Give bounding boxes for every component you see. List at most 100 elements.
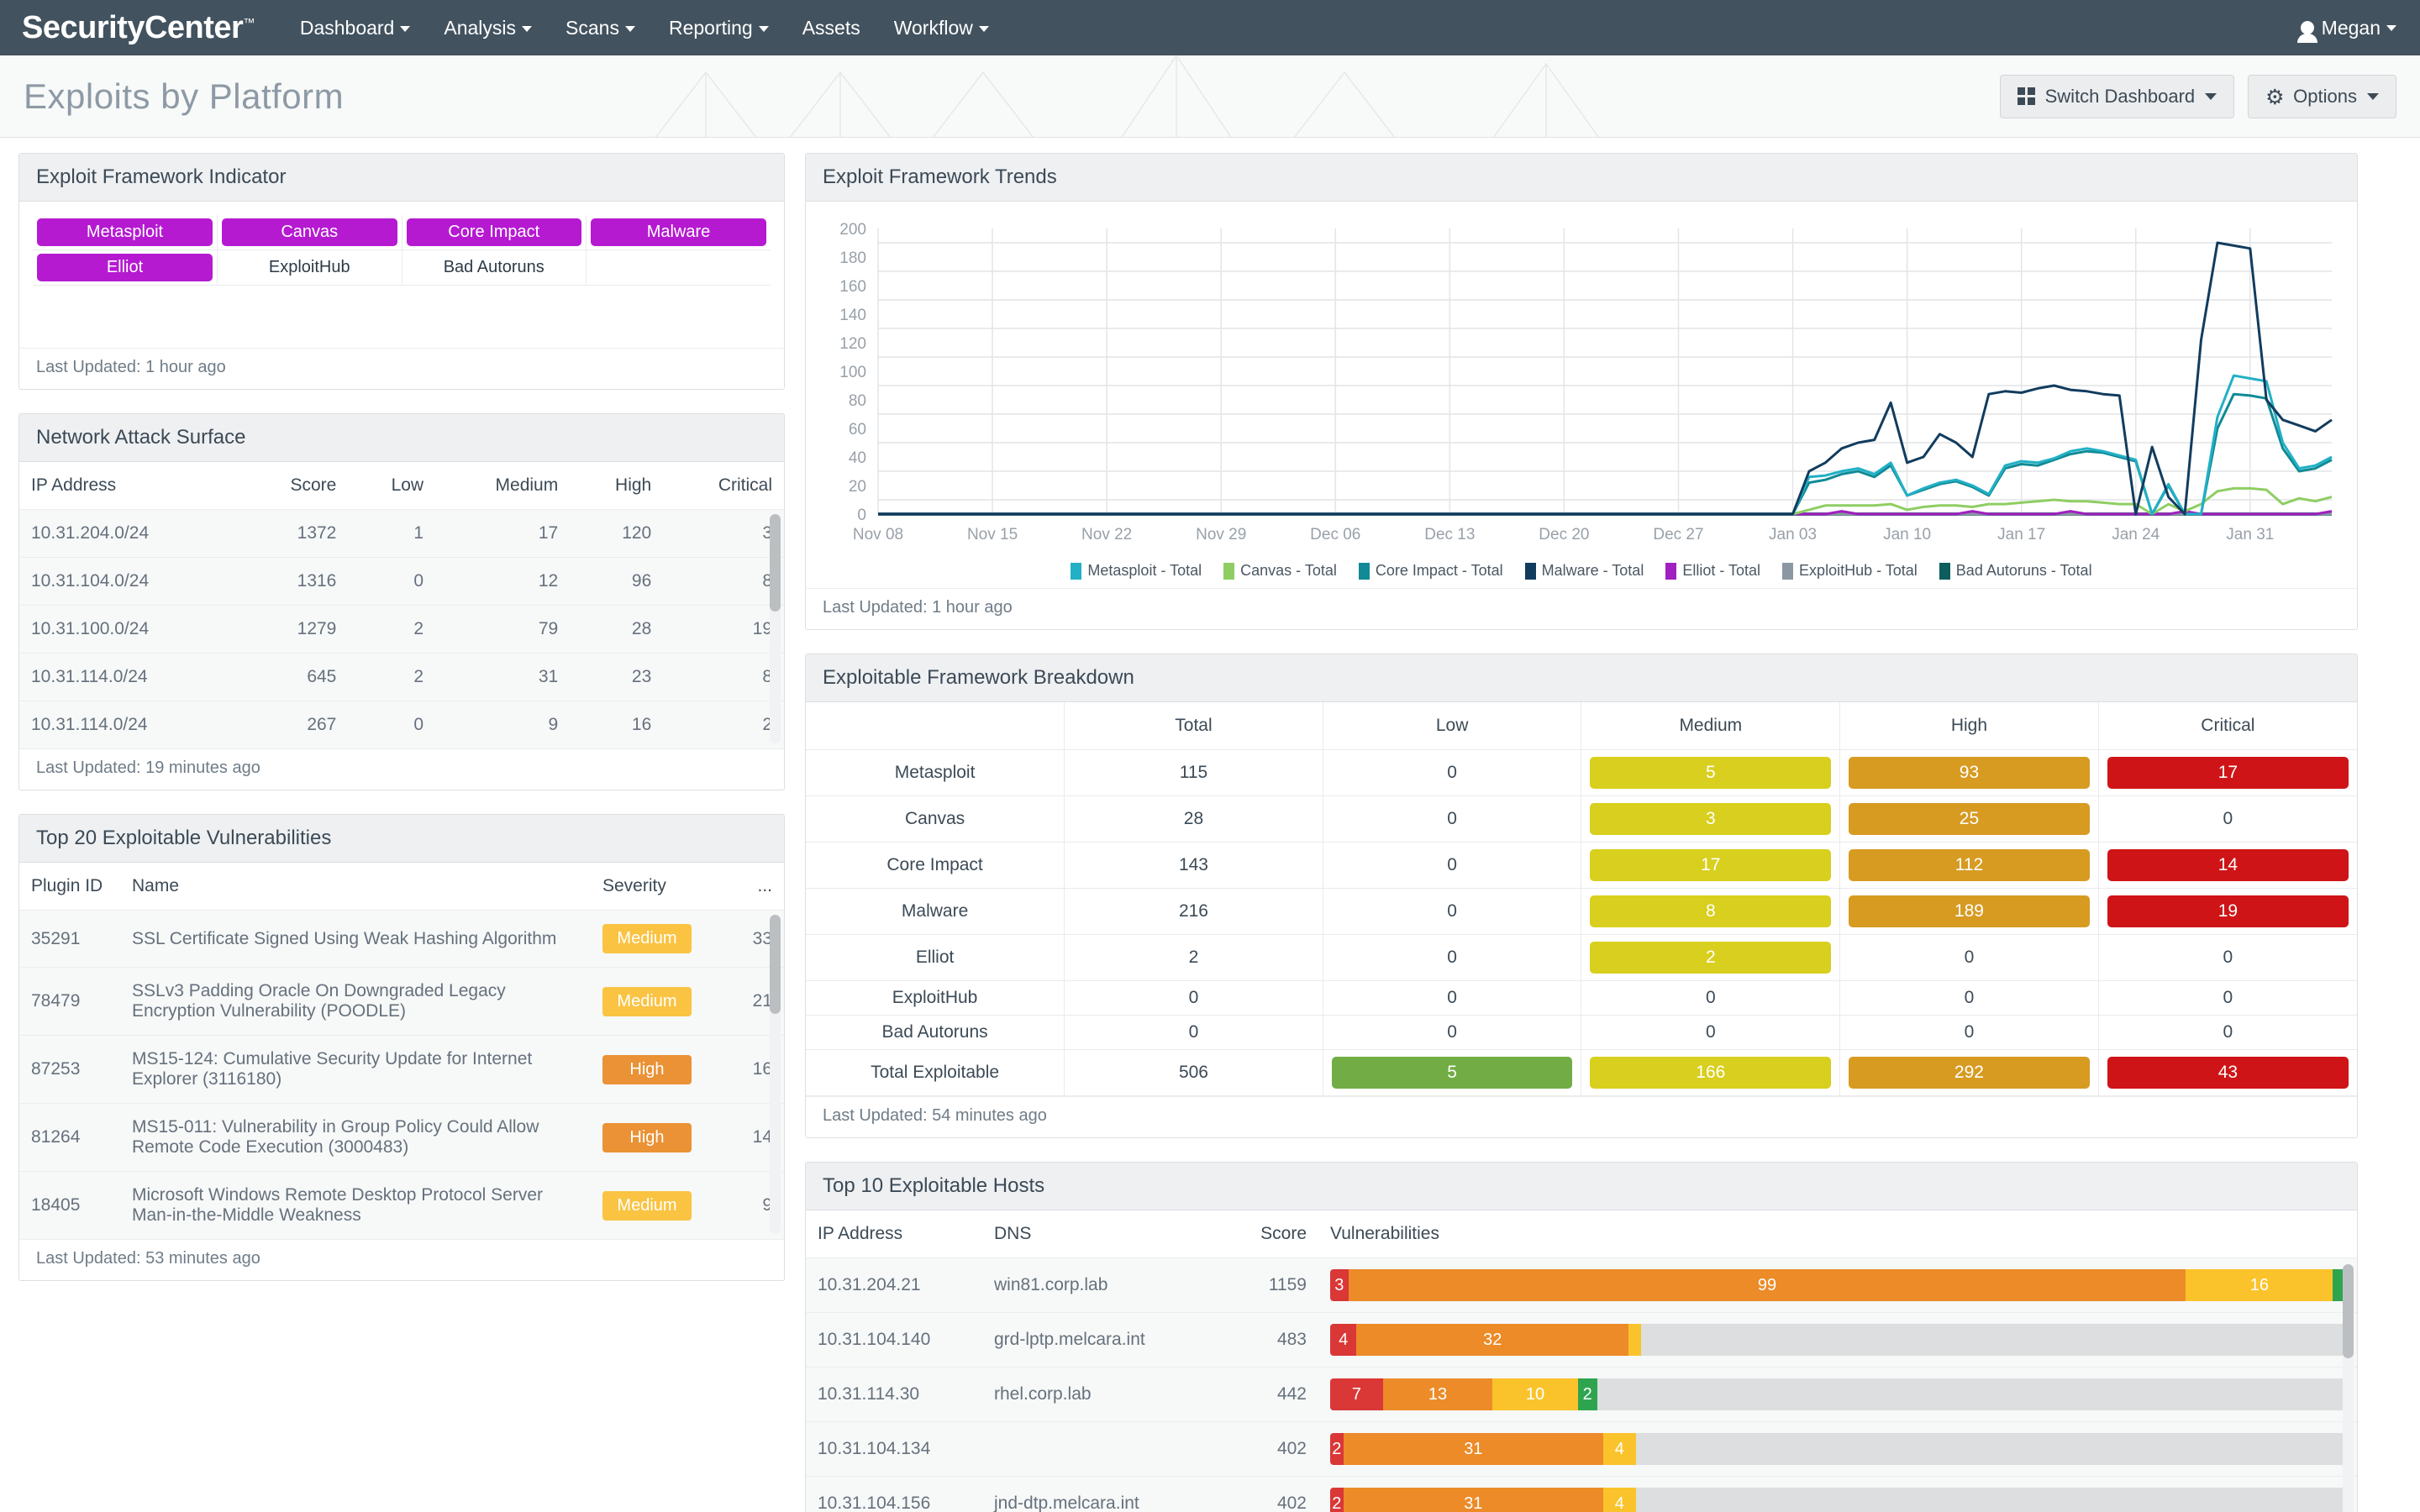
table-row[interactable]: 10.31.114.0/24 645 2 31 23 8: [19, 653, 784, 701]
column-header-low[interactable]: Low: [1322, 702, 1582, 750]
table-row[interactable]: 10.31.104.134 402 2 31 4: [806, 1421, 2357, 1477]
table-row[interactable]: 10.31.104.156 jnd-dtp.melcara.int 402 2 31 4: [806, 1476, 2357, 1512]
cell-name: MS15-011: Vulnerability in Group Policy …: [120, 1103, 591, 1172]
column-header-framework[interactable]: [806, 702, 1065, 750]
indicator-cell[interactable]: Bad Autoruns: [401, 249, 587, 286]
column-header-medium[interactable]: Medium: [435, 462, 570, 510]
vertical-scrollbar[interactable]: [770, 514, 781, 743]
table-row[interactable]: 10.31.204.21 win81.corp.lab 1159 3 99 16: [806, 1257, 2357, 1313]
column-header-more[interactable]: ...: [725, 863, 784, 911]
y-axis-tick-label: 40: [849, 449, 866, 467]
cell-medium: 0: [1581, 980, 1841, 1016]
legend-item[interactable]: Malware - Total: [1524, 562, 1644, 580]
legend-item[interactable]: Canvas - Total: [1223, 562, 1337, 580]
table-row[interactable]: 10.31.104.0/24 1316 0 12 96 8: [19, 557, 784, 606]
cell-critical: 3: [663, 509, 784, 558]
column-header-name[interactable]: Name: [120, 863, 591, 911]
column-header-critical[interactable]: Critical: [663, 462, 784, 510]
indicator-cell[interactable]: Elliot: [33, 249, 218, 286]
legend-item[interactable]: Bad Autoruns - Total: [1939, 562, 2092, 580]
table-row[interactable]: 10.31.114.0/24 267 0 9 16 2: [19, 701, 784, 748]
cell-plugin-id: 18405: [19, 1171, 120, 1239]
column-header-vulnerabilities[interactable]: Vulnerabilities: [1318, 1210, 2357, 1258]
main-nav: Dashboard Analysis Scans Reporting Assets Wor…: [283, 17, 1006, 39]
table-row[interactable]: 10.31.204.0/24 1372 1 17 120 3: [19, 509, 784, 558]
column-header-total[interactable]: Total: [1064, 702, 1323, 750]
indicator-malware: Malware: [591, 218, 766, 246]
nav-item-scans[interactable]: Scans: [549, 17, 652, 39]
indicator-cell[interactable]: Malware: [586, 215, 771, 250]
table-row[interactable]: ExploitHub 0 0 0 0 0: [806, 980, 2357, 1016]
cell-score: 267: [239, 701, 349, 748]
nav-item-label: Reporting: [668, 16, 753, 39]
vertical-scrollbar[interactable]: [2343, 1264, 2354, 1512]
scrollbar-thumb[interactable]: [770, 514, 781, 612]
column-header-high[interactable]: High: [1839, 702, 2099, 750]
table-row[interactable]: Canvas 28 0 3 25 0: [806, 795, 2357, 843]
column-header-dns[interactable]: DNS: [982, 1210, 1218, 1258]
vulnerability-stacked-bar: 7 13 10 2: [1330, 1378, 2345, 1410]
table-row[interactable]: Elliot 2 0 2 0 0: [806, 934, 2357, 981]
table-row[interactable]: Total Exploitable 506 5 166 292 43: [806, 1049, 2357, 1096]
cell-low: 2: [348, 605, 436, 654]
table-row[interactable]: Bad Autoruns 0 0 0 0 0: [806, 1015, 2357, 1050]
scrollbar-thumb[interactable]: [2343, 1264, 2354, 1358]
severity-bar-medium: 166: [1590, 1057, 1832, 1089]
cell-critical: 17: [2097, 749, 2357, 796]
bar-segment-med: 16: [2186, 1269, 2333, 1301]
cell-ip: 10.31.104.156: [806, 1476, 982, 1512]
table-row[interactable]: 10.31.100.0/24 1279 2 79 28 19: [19, 605, 784, 654]
user-menu[interactable]: Megan: [2296, 17, 2396, 43]
severity-bar-critical: 17: [2107, 757, 2349, 789]
table-row[interactable]: 10.31.104.140 grd-lptp.melcara.int 483 4 32: [806, 1312, 2357, 1368]
cell-medium: 3: [1581, 795, 1841, 843]
cell-ip: 10.31.114.0/24: [19, 701, 240, 748]
indicator-cell[interactable]: Metasploit: [33, 215, 218, 250]
column-header-plugin-id[interactable]: Plugin ID: [19, 863, 120, 911]
legend-item[interactable]: Metasploit - Total: [1071, 562, 1202, 580]
table-row[interactable]: 10.31.114.30 rhel.corp.lab 442 7 13 10 2: [806, 1367, 2357, 1422]
nav-item-analysis[interactable]: Analysis: [427, 17, 549, 39]
indicator-cell[interactable]: ExploitHub: [217, 249, 402, 286]
table-row[interactable]: 35291 SSL Certificate Signed Using Weak H…: [19, 910, 784, 968]
indicator-row: Metasploit Canvas Core Impact Malware: [33, 215, 771, 250]
column-header-severity[interactable]: Severity: [591, 863, 725, 911]
column-header-score[interactable]: Score: [1218, 1210, 1318, 1258]
legend-item[interactable]: Core Impact - Total: [1358, 562, 1503, 580]
panel-header: Exploit Framework Trends: [806, 154, 2357, 202]
column-header-score[interactable]: Score: [239, 462, 348, 510]
table-row[interactable]: Malware 216 0 8 189 19: [806, 888, 2357, 935]
indicator-cell[interactable]: Core Impact: [401, 215, 587, 250]
column-header-critical[interactable]: Critical: [2097, 702, 2357, 750]
nav-item-reporting[interactable]: Reporting: [652, 17, 786, 39]
column-header-ip-address[interactable]: IP Address: [19, 462, 239, 510]
cell-low: 0: [1322, 1015, 1582, 1050]
indicator-cell[interactable]: Canvas: [217, 215, 402, 250]
app-logo[interactable]: SecurityCenter™: [22, 10, 255, 46]
column-header-medium[interactable]: Medium: [1581, 702, 1841, 750]
table-row[interactable]: 87253 MS15-124: Cumulative Security Updat…: [19, 1035, 784, 1104]
legend-label: ExploitHub - Total: [1799, 562, 1918, 579]
column-header-ip-address[interactable]: IP Address: [806, 1210, 982, 1258]
series-line-canvas-total: [878, 486, 2333, 516]
nav-item-assets[interactable]: Assets: [786, 17, 877, 39]
table-row[interactable]: 78479 SSLv3 Padding Oracle On Downgraded …: [19, 967, 784, 1036]
legend-item[interactable]: Elliot - Total: [1665, 562, 1760, 580]
scrollbar-thumb[interactable]: [770, 915, 781, 1014]
options-button[interactable]: Options: [2248, 74, 2396, 118]
legend-item[interactable]: ExploitHub - Total: [1782, 562, 1918, 580]
page-header: Exploits by Platform Switch Dashboard Op…: [0, 55, 2420, 138]
table-row[interactable]: Core Impact 143 0 17 112 14: [806, 842, 2357, 889]
cell-vulnerabilities: 7 13 10 2: [1318, 1367, 2357, 1422]
nav-item-workflow[interactable]: Workflow: [877, 17, 1006, 39]
table-row[interactable]: 81264 MS15-011: Vulnerability in Group Po…: [19, 1103, 784, 1172]
cell-medium: 0: [1581, 1015, 1841, 1050]
cell-critical: 14: [2097, 842, 2357, 889]
column-header-high[interactable]: High: [570, 462, 663, 510]
table-row[interactable]: Metasploit 115 0 5 93 17: [806, 749, 2357, 796]
nav-item-dashboard[interactable]: Dashboard: [283, 17, 428, 39]
table-row[interactable]: 18405 Microsoft Windows Remote Desktop Pr…: [19, 1171, 784, 1239]
switch-dashboard-button[interactable]: Switch Dashboard: [1999, 74, 2235, 118]
column-header-low[interactable]: Low: [348, 462, 435, 510]
vertical-scrollbar[interactable]: [770, 915, 781, 1234]
